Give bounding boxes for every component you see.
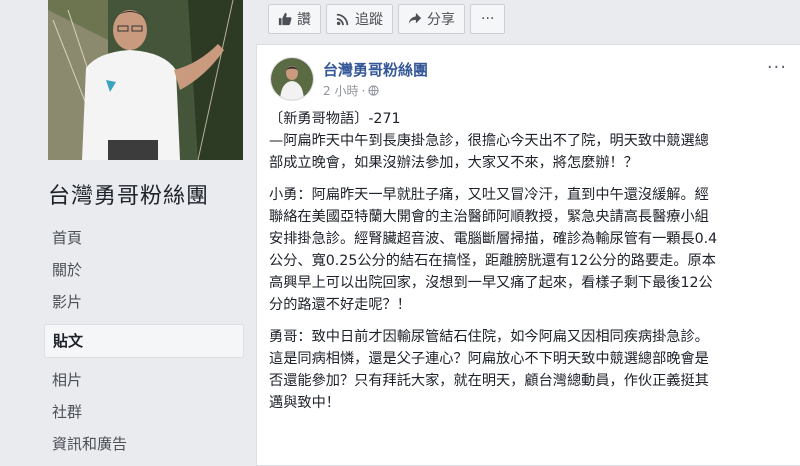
paragraph-2-line: 高興早上可以出院回家，沒想到一早又痛了起來，看樣子剩下最後12公: [269, 275, 713, 291]
paragraph-3-line: 否還能參加？只有拜託大家，就在明天，顧台灣總動員，作伙正義挺其: [269, 373, 709, 389]
post-body: 〔新勇哥物語〕-271 —阿扁昨天中午到長庚掛急診，很擔心今天出不了院，明天致中…: [269, 108, 789, 414]
paragraph-2-line: 公分、寬0.25公分的結石在搞怪，距離膀胱還有12公分的路要走。原本: [269, 253, 716, 269]
nav-item-info-and-ads[interactable]: 資訊和廣告: [44, 428, 244, 460]
nav-item-posts[interactable]: 貼文: [44, 324, 244, 358]
paragraph-2-line: 分的路還不好走呢？！: [269, 297, 411, 313]
post-author-avatar[interactable]: [270, 57, 314, 101]
nav-item-community[interactable]: 社群: [44, 396, 244, 428]
share-arrow-icon: [408, 12, 422, 26]
nav-item-videos[interactable]: 影片: [44, 286, 244, 318]
nav-item-about[interactable]: 關於: [44, 254, 244, 286]
post-timestamp[interactable]: 2 小時: [323, 82, 358, 99]
post-intro-line-1: —阿扁昨天中午到長庚掛急診，很擔心今天出不了院，明天致中競選總: [269, 133, 709, 149]
paragraph-3-line: 邁與致中！: [269, 395, 340, 411]
share-label: 分享: [427, 12, 455, 28]
meta-separator: ·: [361, 83, 366, 98]
thumbs-up-icon: [278, 12, 292, 26]
nav-item-photos[interactable]: 相片: [44, 364, 244, 396]
paragraph-3-line: 這是同病相憐，還是父子連心？阿扁放心不下明天致中競選總部晚會是: [269, 351, 709, 367]
globe-icon: [368, 85, 379, 96]
rss-icon: [336, 12, 350, 26]
share-button[interactable]: 分享: [398, 4, 465, 34]
profile-photo-image: [48, 0, 243, 160]
paragraph-3-line: 勇哥：致中日前才因輸尿管結石住院，如今阿扁又因相同疾病掛急診。: [269, 329, 709, 345]
more-actions-button[interactable]: ···: [470, 4, 506, 34]
post-options-button[interactable]: ···: [767, 57, 787, 78]
post-heading: 〔新勇哥物語〕-271: [269, 111, 401, 127]
side-nav: 首頁 關於 影片 貼文 相片 社群 資訊和廣告: [44, 222, 244, 460]
paragraph-2-line: 小勇：阿扁昨天一早就肚子痛，又吐又冒冷汗，直到中午還沒緩解。經: [269, 187, 709, 203]
post-card: 台灣勇哥粉絲團 2 小時 · ··· 〔新勇哥物語〕-271 —阿扁昨天中午到長…: [256, 44, 800, 466]
page-title: 台灣勇哥粉絲團: [48, 184, 210, 209]
post-author-name[interactable]: 台灣勇哥粉絲團: [323, 59, 428, 80]
follow-button[interactable]: 追蹤: [326, 4, 393, 34]
profile-photo[interactable]: [48, 0, 243, 160]
avatar-image: [271, 58, 313, 100]
like-label: 讚: [297, 12, 311, 28]
paragraph-2-line: 聯絡在美國亞特蘭大開會的主治醫師阿順教授，緊急央請高長醫療小組: [269, 209, 709, 225]
nav-item-home[interactable]: 首頁: [44, 222, 244, 254]
like-button[interactable]: 讚: [268, 4, 321, 34]
follow-label: 追蹤: [355, 12, 383, 28]
post-meta: 2 小時 ·: [323, 82, 379, 99]
paragraph-2-line: 安排掛急診。經腎臟超音波、電腦斷層掃描，確診為輸尿管有一顆長0.4: [269, 231, 718, 247]
page-action-bar: 讚 追蹤 分享 ···: [268, 4, 506, 36]
post-intro-line-2: 部成立晚會，如果沒辦法參加，大家又不來，將怎麼辦！？: [269, 155, 638, 171]
